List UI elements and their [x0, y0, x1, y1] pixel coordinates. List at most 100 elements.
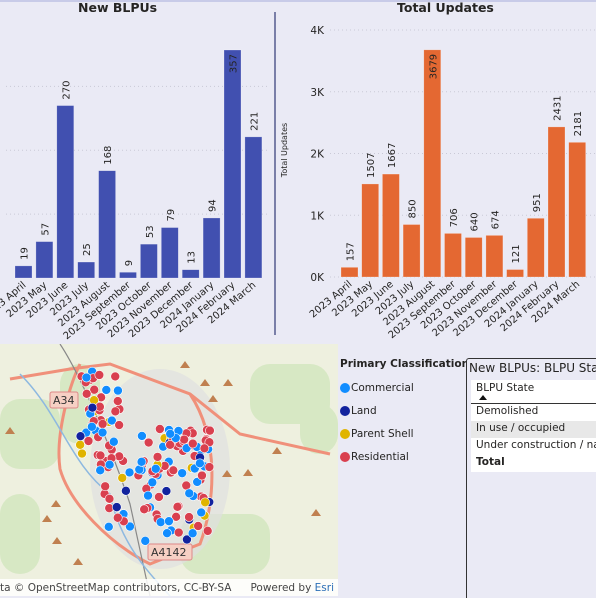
- bar-2024-february: [223, 49, 242, 279]
- data-label: 19: [20, 247, 31, 260]
- map-point: [200, 497, 210, 508]
- y-axis-label: Total Updates: [280, 123, 289, 178]
- map-point: [95, 465, 105, 476]
- data-label: 850: [408, 199, 419, 218]
- data-label: 53: [145, 225, 156, 238]
- data-label: 1507: [366, 152, 377, 177]
- residential-dot-icon: [340, 451, 350, 462]
- map-point: [161, 486, 172, 496]
- map-point: [177, 468, 187, 478]
- land-dot-icon: [340, 405, 350, 416]
- map-point: [202, 526, 213, 536]
- map-point: [100, 481, 110, 492]
- table-total-row: Total: [476, 456, 505, 468]
- map-point: [113, 385, 123, 396]
- bar-2023-july: [402, 224, 421, 278]
- peak-icon: [311, 509, 321, 516]
- legend-item-commercial[interactable]: Commercial: [340, 376, 469, 399]
- road-label: A34: [53, 394, 75, 407]
- map-point: [172, 502, 183, 512]
- legend-item-parent-shell[interactable]: Parent Shell: [340, 422, 469, 445]
- map-point: [77, 448, 87, 459]
- column-header-blpu-state[interactable]: BLPU State: [471, 380, 596, 404]
- map-canvas[interactable]: A34 A4142: [0, 344, 338, 596]
- map-point: [168, 465, 179, 476]
- map-point: [204, 462, 215, 472]
- map-point: [199, 443, 210, 454]
- table-row[interactable]: Under construction / name: [471, 438, 596, 455]
- map-point: [139, 504, 149, 515]
- bar-2023-june: [382, 173, 400, 278]
- map-point: [150, 463, 161, 474]
- map-point: [154, 492, 164, 502]
- data-label: 94: [208, 199, 219, 212]
- y-tick-label: 3K: [310, 87, 325, 99]
- esri-link[interactable]: Esri: [315, 582, 334, 594]
- map-point: [110, 371, 121, 382]
- legend-label: Parent Shell: [351, 427, 414, 440]
- data-label: 640: [470, 212, 481, 231]
- map-point: [164, 516, 174, 526]
- map-point: [87, 421, 97, 432]
- sort-ascending-icon: [479, 395, 487, 400]
- bar-2023-june: [56, 105, 75, 279]
- map-point: [83, 436, 94, 446]
- map-point: [112, 512, 123, 523]
- bar-2023-october: [464, 237, 483, 278]
- map-attribution: ta © OpenStreetMap contributors, CC-BY-S…: [0, 579, 338, 596]
- table-row[interactable]: In use / occupied: [471, 421, 596, 438]
- map-point: [75, 439, 85, 450]
- map-point: [103, 521, 114, 532]
- map-visual[interactable]: A34 A4142 ta © OpenStreetMap contributors…: [0, 344, 338, 596]
- bar-2024-february: [547, 126, 566, 278]
- map-point: [94, 370, 105, 380]
- peak-icon: [180, 361, 190, 368]
- park-area: [0, 494, 40, 574]
- map-point: [112, 396, 123, 406]
- bar-2023-may: [361, 183, 379, 278]
- map-point: [114, 420, 124, 430]
- map-point: [205, 425, 215, 436]
- road-label: A4142: [151, 546, 187, 559]
- legend-item-land[interactable]: Land: [340, 399, 469, 422]
- data-label: 951: [532, 193, 543, 212]
- data-label: 79: [166, 209, 177, 222]
- map-point: [121, 486, 131, 496]
- blpu-state-table-panel: New BLPUs: BLPU State BLPU State Demolis…: [466, 358, 596, 598]
- bar-2023-july: [77, 261, 95, 279]
- total-updates-chart: 0K1K2K3K4KTotal Updates1572023 April1507…: [280, 25, 596, 340]
- bar-2024-march: [244, 136, 263, 279]
- map-point: [81, 389, 92, 399]
- y-tick-label: 2K: [310, 149, 325, 161]
- data-label: 121: [511, 244, 522, 263]
- bar-2023-may: [35, 241, 54, 279]
- data-label: 706: [449, 208, 460, 227]
- bar-2023-september: [444, 233, 462, 278]
- data-label: 13: [187, 251, 198, 264]
- map-point: [140, 536, 151, 546]
- peak-icon: [51, 500, 61, 507]
- map-point: [184, 488, 195, 499]
- bar-2023-december: [506, 269, 524, 278]
- map-point: [143, 490, 153, 501]
- map-point: [137, 431, 147, 441]
- blpu-state-table: BLPU State Demolished In use / occupied …: [471, 380, 596, 472]
- data-label: 57: [40, 223, 51, 236]
- data-label: 221: [249, 112, 260, 131]
- map-legend: Primary Classification Commercial Land P…: [340, 358, 469, 468]
- table-title: New BLPUs: BLPU State: [469, 361, 596, 375]
- map-point: [179, 434, 189, 445]
- map-point: [173, 527, 184, 538]
- data-label: 25: [82, 243, 93, 256]
- y-tick-label: 0K: [310, 272, 325, 284]
- table-row[interactable]: Demolished: [471, 404, 596, 421]
- bar-2024-march: [568, 142, 587, 278]
- bar-2023-august: [423, 49, 442, 278]
- peak-icon: [243, 469, 253, 476]
- bar-2023-april: [14, 265, 33, 279]
- new-blpus-chart: 192023 April572023 May2702023 June252023…: [0, 49, 268, 340]
- legend-item-residential[interactable]: Residential: [340, 445, 469, 468]
- data-label: 157: [346, 242, 357, 261]
- legend-title: Primary Classification: [340, 358, 470, 370]
- map-point: [104, 494, 115, 504]
